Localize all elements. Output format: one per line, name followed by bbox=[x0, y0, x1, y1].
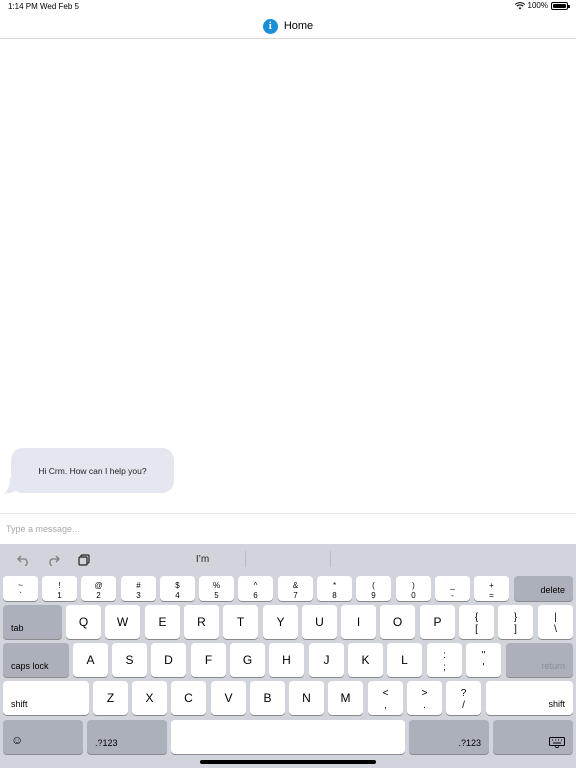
emoji-key[interactable]: ☺ bbox=[3, 720, 83, 754]
key-1[interactable]: ! 1 bbox=[42, 576, 77, 601]
status-right: 100% bbox=[514, 1, 570, 10]
key-6[interactable]: ^ 6 bbox=[238, 576, 273, 601]
caps-lock-key[interactable]: caps lock bbox=[3, 643, 69, 677]
undo-icon[interactable] bbox=[15, 552, 31, 568]
key-o[interactable]: O bbox=[380, 605, 415, 639]
key-d[interactable]: D bbox=[151, 643, 186, 677]
key-backslash[interactable]: | \ bbox=[538, 605, 573, 639]
page-title: Home bbox=[283, 20, 314, 32]
dismiss-keyboard-key[interactable] bbox=[493, 720, 573, 754]
key-r[interactable]: R bbox=[184, 605, 219, 639]
key-b[interactable]: B bbox=[250, 681, 285, 715]
key-7[interactable]: & 7 bbox=[278, 576, 313, 601]
key-v[interactable]: V bbox=[211, 681, 246, 715]
wifi-icon bbox=[514, 1, 525, 9]
paste-icon[interactable] bbox=[76, 552, 92, 568]
key-e[interactable]: E bbox=[145, 605, 180, 639]
predictive-bar: I’m bbox=[0, 544, 576, 574]
key-w[interactable]: W bbox=[105, 605, 140, 639]
battery-icon bbox=[551, 1, 570, 10]
key-tilde[interactable]: ~ ` bbox=[3, 576, 38, 601]
key-q[interactable]: Q bbox=[66, 605, 101, 639]
key-3[interactable]: #3 bbox=[121, 576, 156, 601]
key-9[interactable]: (9 bbox=[356, 576, 391, 601]
shift-right-key[interactable]: shift bbox=[486, 681, 573, 715]
info-icon[interactable]: i bbox=[262, 18, 278, 34]
key-h[interactable]: H bbox=[269, 643, 304, 677]
key-close-brace[interactable]: }] bbox=[498, 605, 533, 639]
key-equals[interactable]: + = bbox=[474, 576, 509, 601]
space-key[interactable] bbox=[171, 720, 405, 754]
delete-key[interactable]: delete bbox=[514, 576, 573, 601]
key-g[interactable]: G bbox=[230, 643, 265, 677]
key-comma[interactable]: <, bbox=[368, 681, 403, 715]
keyboard-hide-icon bbox=[549, 737, 565, 748]
nav-bar: i Home bbox=[0, 14, 576, 39]
key-open-brace[interactable]: {[ bbox=[459, 605, 494, 639]
key-c[interactable]: C bbox=[171, 681, 206, 715]
key-y[interactable]: Y bbox=[263, 605, 298, 639]
key-u[interactable]: U bbox=[302, 605, 337, 639]
key-i[interactable]: I bbox=[341, 605, 376, 639]
tab-key[interactable]: tab bbox=[3, 605, 62, 639]
key-x[interactable]: X bbox=[132, 681, 167, 715]
shift-left-key[interactable]: shift bbox=[3, 681, 89, 715]
keyboard: I’m ~ ` ! 1 @2 #3 $4 % 5 ^ 6 & 7 * 8 (9 ) 0 _ - … bbox=[0, 544, 576, 768]
key-n[interactable]: N bbox=[289, 681, 324, 715]
key-period[interactable]: >. bbox=[407, 681, 442, 715]
redo-icon[interactable] bbox=[45, 552, 61, 568]
key-8[interactable]: * 8 bbox=[317, 576, 352, 601]
emoji-icon: ☺ bbox=[11, 733, 24, 747]
key-4[interactable]: $4 bbox=[160, 576, 195, 601]
key-a[interactable]: A bbox=[73, 643, 108, 677]
key-5[interactable]: % 5 bbox=[199, 576, 234, 601]
key-k[interactable]: K bbox=[348, 643, 383, 677]
status-bar: 1:14 PM Wed Feb 5 100% bbox=[0, 0, 576, 14]
key-p[interactable]: P bbox=[420, 605, 455, 639]
status-date: Wed Feb 5 bbox=[40, 2, 79, 11]
numbers-right-key[interactable]: .?123 bbox=[409, 720, 489, 754]
chat-area[interactable]: Hi Crm. How can I help you? bbox=[0, 40, 576, 513]
key-s[interactable]: S bbox=[112, 643, 147, 677]
key-l[interactable]: L bbox=[387, 643, 422, 677]
bot-message: Hi Crm. How can I help you? bbox=[11, 448, 174, 493]
key-2[interactable]: @2 bbox=[81, 576, 116, 601]
numbers-left-key[interactable]: .?123 bbox=[87, 720, 167, 754]
key-minus[interactable]: _ - bbox=[435, 576, 470, 601]
key-m[interactable]: M bbox=[328, 681, 363, 715]
status-time: 1:14 PM bbox=[8, 2, 38, 11]
suggestion-word[interactable]: I’m bbox=[180, 554, 225, 565]
key-semicolon[interactable]: :; bbox=[427, 643, 462, 677]
composer bbox=[0, 513, 576, 544]
battery-percent: 100% bbox=[527, 1, 548, 10]
home-indicator bbox=[200, 760, 376, 764]
key-quote[interactable]: " ' bbox=[466, 643, 501, 677]
key-f[interactable]: F bbox=[191, 643, 226, 677]
key-j[interactable]: J bbox=[309, 643, 344, 677]
return-key[interactable]: return bbox=[506, 643, 573, 677]
key-z[interactable]: Z bbox=[93, 681, 128, 715]
key-0[interactable]: ) 0 bbox=[396, 576, 431, 601]
key-question[interactable]: ? / bbox=[446, 681, 481, 715]
message-input[interactable] bbox=[0, 514, 576, 544]
key-t[interactable]: T bbox=[223, 605, 258, 639]
